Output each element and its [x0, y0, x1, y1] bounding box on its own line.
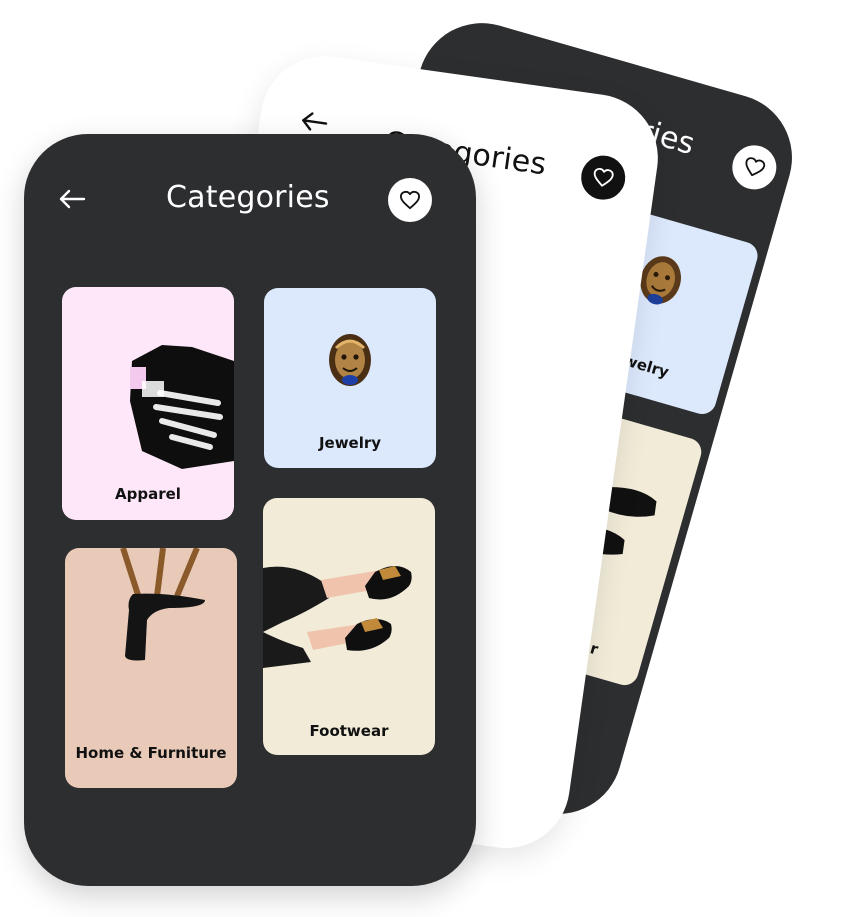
- category-card-apparel[interactable]: Apparel: [62, 287, 234, 520]
- category-card-jewelry[interactable]: Jewelry: [264, 288, 436, 468]
- category-card-home-furniture[interactable]: Home & Furniture: [65, 548, 237, 788]
- arrow-left-icon[interactable]: [299, 109, 330, 135]
- category-label-home-furniture: Home & Furniture: [75, 744, 227, 762]
- tshirt-image: [122, 341, 234, 469]
- category-label-apparel: Apparel: [115, 485, 181, 503]
- page-title: Categories: [166, 180, 330, 215]
- category-card-footwear[interactable]: Footwear: [263, 498, 435, 755]
- lion-ring-image: [326, 330, 374, 392]
- back-phone-favorite-button[interactable]: [727, 140, 782, 195]
- chair-image: [105, 548, 215, 668]
- heart-icon: [593, 167, 614, 187]
- favorite-button[interactable]: [388, 178, 432, 222]
- middle-phone-favorite-button[interactable]: [578, 152, 629, 203]
- category-label-jewelry: Jewelry: [318, 434, 382, 452]
- front-phone-screen: Categories Apparel Jewelry Home & Furnit…: [24, 134, 476, 886]
- stage: Categories Jewelry: [0, 0, 866, 917]
- category-label-footwear: Footwear: [309, 722, 389, 740]
- heart-icon: [745, 157, 766, 177]
- shoes-image: [263, 558, 435, 678]
- heart-icon: [399, 190, 420, 210]
- arrow-left-icon[interactable]: [58, 188, 86, 210]
